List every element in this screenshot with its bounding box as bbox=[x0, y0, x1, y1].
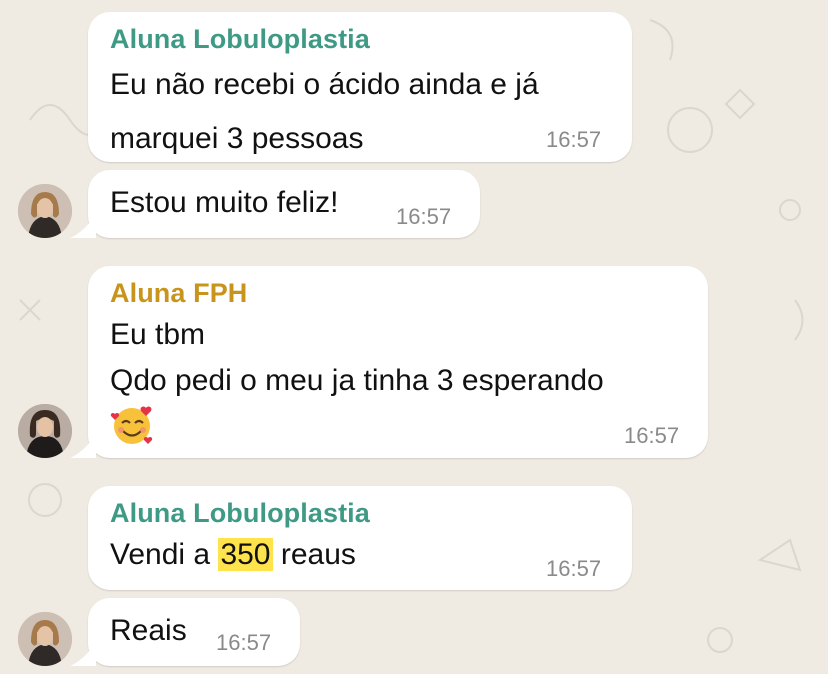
message-bubble[interactable]: Estou muito feliz! 16:57 bbox=[70, 170, 480, 238]
smiling-face-with-hearts-icon bbox=[110, 406, 153, 444]
message-text: Qdo pedi o meu ja tinha 3 esperando bbox=[110, 364, 604, 397]
message-timestamp: 16:57 bbox=[216, 630, 272, 655]
avatar[interactable] bbox=[18, 404, 72, 458]
avatar[interactable] bbox=[18, 612, 72, 666]
message-text-after: reaus bbox=[272, 538, 356, 571]
bubble-tail bbox=[70, 434, 96, 458]
highlighted-text: 350 bbox=[218, 538, 273, 571]
message-text: Eu tbm bbox=[110, 318, 206, 351]
redaction-overlay bbox=[258, 284, 628, 308]
message-bubble[interactable]: Aluna FPH Eu tbm Qdo pedi o meu ja tinha… bbox=[70, 266, 708, 458]
message-text-before: Vendi a bbox=[110, 538, 219, 571]
user-avatar-photo-icon bbox=[18, 404, 72, 458]
sender-name[interactable]: Aluna Lobuloplastia bbox=[110, 24, 370, 55]
message-text: Reais bbox=[110, 614, 187, 647]
message-text: marquei 3 pessoas bbox=[110, 122, 364, 155]
message-timestamp: 16:57 bbox=[624, 423, 680, 448]
sender-name[interactable]: Aluna Lobuloplastia bbox=[110, 498, 370, 529]
redaction-overlay bbox=[378, 504, 608, 528]
message-bubble[interactable]: Aluna Lobuloplastia Vendi a 350 reaus 16… bbox=[88, 486, 632, 590]
message-bubble[interactable]: Aluna Lobuloplastia Eu não recebi o ácid… bbox=[88, 12, 632, 162]
redaction-overlay bbox=[378, 32, 608, 56]
bubble-tail bbox=[70, 642, 96, 666]
sender-name[interactable]: Aluna FPH bbox=[110, 278, 247, 309]
message-text: Estou muito feliz! bbox=[110, 186, 339, 219]
message-text: Vendi a 350 reaus bbox=[110, 538, 356, 572]
avatar[interactable] bbox=[18, 184, 72, 238]
bubble-tail bbox=[70, 214, 96, 238]
user-avatar-photo-icon bbox=[18, 612, 72, 666]
message-timestamp: 16:57 bbox=[396, 204, 452, 229]
message-text: Eu não recebi o ácido ainda e já bbox=[110, 68, 539, 101]
message-bubble[interactable]: Reais 16:57 bbox=[70, 598, 300, 666]
user-avatar-photo-icon bbox=[18, 184, 72, 238]
message-timestamp: 16:57 bbox=[546, 127, 602, 152]
message-timestamp: 16:57 bbox=[546, 556, 602, 581]
